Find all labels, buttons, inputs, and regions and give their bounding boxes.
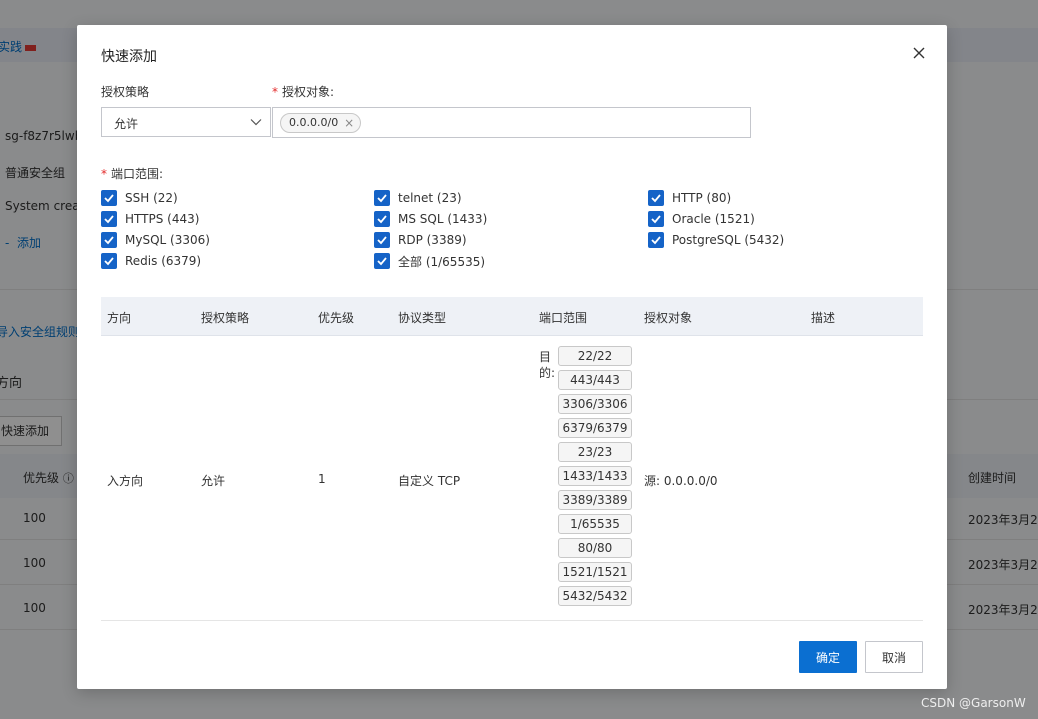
port-range-tag: 80/80 (558, 538, 632, 558)
checkbox-http[interactable]: HTTP (80) (648, 190, 731, 206)
port-range-label: * 端口范围: (101, 167, 164, 181)
port-range-tag: 1521/1521 (558, 562, 632, 582)
required-mark: * (272, 85, 278, 99)
checkbox-checked-icon (374, 190, 390, 206)
checkbox-ssh[interactable]: SSH (22) (101, 190, 178, 206)
preview-table-header: 方向 授权策略 优先级 协议类型 端口范围 授权对象 描述 (101, 297, 923, 336)
checkbox-checked-icon (101, 253, 117, 269)
checkbox-checked-icon (101, 190, 117, 206)
checkbox-label: PostgreSQL (5432) (672, 233, 785, 247)
target-input[interactable]: 0.0.0.0/0 × (272, 107, 751, 138)
port-range-tag: 22/22 (558, 346, 632, 366)
col-port-range: 端口范围 (539, 311, 588, 325)
target-tag-label: 0.0.0.0/0 (289, 116, 339, 129)
checkbox-label: Redis (6379) (125, 254, 202, 268)
policy-select-value: 允许 (114, 117, 139, 131)
port-range-tag: 23/23 (558, 442, 632, 462)
port-range-tag: 3306/3306 (558, 394, 632, 414)
checkbox-label: telnet (23) (398, 191, 462, 205)
col-policy: 授权策略 (201, 311, 250, 325)
checkbox-checked-icon (648, 190, 664, 206)
row-protocol: 自定义 TCP (398, 474, 461, 488)
checkbox-label: HTTPS (443) (125, 212, 200, 226)
port-range-tag: 1433/1433 (558, 466, 632, 486)
port-range-tag: 5432/5432 (558, 586, 632, 606)
checkbox-all-ports[interactable]: 全部 (1/65535) (374, 253, 485, 269)
checkbox-checked-icon (101, 211, 117, 227)
checkbox-checked-icon (374, 232, 390, 248)
cancel-button[interactable]: 取消 (865, 641, 923, 673)
chevron-down-icon (250, 119, 262, 126)
target-label: * 授权对象: (272, 85, 335, 99)
required-mark: * (101, 167, 107, 181)
row-priority: 1 (318, 472, 326, 486)
quick-add-dialog: 快速添加 授权策略 * 授权对象: 允许 0.0.0.0/0 × * 端口范围: S… (77, 25, 947, 689)
checkbox-checked-icon (374, 253, 390, 269)
row-policy: 允许 (201, 474, 226, 488)
checkbox-label: MySQL (3306) (125, 233, 210, 247)
port-range-tag: 443/443 (558, 370, 632, 390)
table-bottom-divider (101, 620, 923, 621)
port-range-tag: 6379/6379 (558, 418, 632, 438)
port-range-tag: 1/65535 (558, 514, 632, 534)
checkbox-label: MS SQL (1433) (398, 212, 488, 226)
policy-label: 授权策略 (101, 85, 150, 99)
tag-close-icon[interactable]: × (344, 114, 354, 132)
checkbox-oracle[interactable]: Oracle (1521) (648, 211, 755, 227)
watermark: CSDN @GarsonW (921, 696, 1026, 710)
checkbox-label: HTTP (80) (672, 191, 732, 205)
checkbox-label: Oracle (1521) (672, 212, 755, 226)
row-target: 源: 0.0.0.0/0 (644, 474, 718, 488)
dialog-title: 快速添加 (101, 49, 157, 65)
policy-select[interactable]: 允许 (101, 107, 271, 137)
checkbox-https[interactable]: HTTPS (443) (101, 211, 199, 227)
checkbox-label: SSH (22) (125, 191, 178, 205)
checkbox-checked-icon (101, 232, 117, 248)
col-description: 描述 (811, 311, 836, 325)
row-direction: 入方向 (107, 474, 144, 488)
col-direction: 方向 (107, 311, 132, 325)
checkbox-checked-icon (374, 211, 390, 227)
checkbox-checked-icon (648, 211, 664, 227)
checkbox-postgresql[interactable]: PostgreSQL (5432) (648, 232, 784, 248)
port-range-tag: 3389/3389 (558, 490, 632, 510)
checkbox-mysql[interactable]: MySQL (3306) (101, 232, 210, 248)
checkbox-redis[interactable]: Redis (6379) (101, 253, 201, 269)
col-priority: 优先级 (318, 311, 355, 325)
checkbox-rdp[interactable]: RDP (3389) (374, 232, 467, 248)
checkbox-label: 全部 (1/65535) (398, 254, 486, 269)
close-icon[interactable] (910, 44, 928, 62)
confirm-button[interactable]: 确定 (799, 641, 857, 673)
checkbox-telnet[interactable]: telnet (23) (374, 190, 462, 206)
row-port-prefix: 目的: (539, 350, 556, 380)
target-tag: 0.0.0.0/0 × (280, 113, 362, 133)
checkbox-mssql[interactable]: MS SQL (1433) (374, 211, 487, 227)
checkbox-label: RDP (3389) (398, 233, 467, 247)
checkbox-checked-icon (648, 232, 664, 248)
col-target: 授权对象 (644, 311, 693, 325)
col-protocol: 协议类型 (398, 311, 447, 325)
